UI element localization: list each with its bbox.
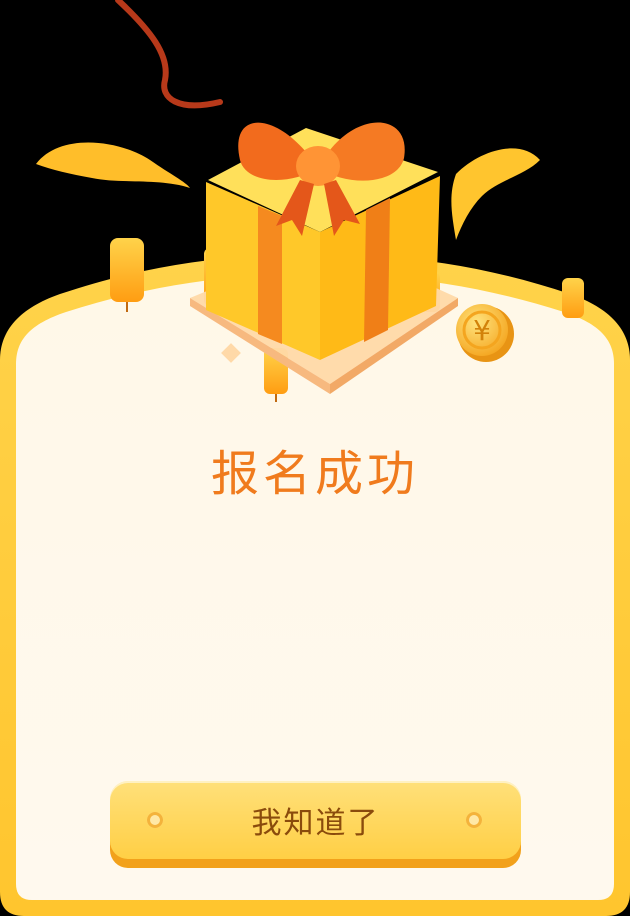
confirm-button[interactable]: 我知道了	[110, 781, 521, 859]
dialog-title: 报名成功	[210, 446, 419, 502]
ribbon-streamer-icon	[115, 0, 223, 109]
lantern-decoration-left	[110, 238, 144, 312]
success-dialog: ¥ 报名成功 我知道了	[0, 0, 630, 916]
coin-symbol: ¥	[473, 314, 491, 347]
left-swoosh-decoration	[36, 142, 190, 188]
confirm-button-label: 我知道了	[251, 806, 380, 841]
right-swoosh-decoration	[451, 148, 540, 240]
